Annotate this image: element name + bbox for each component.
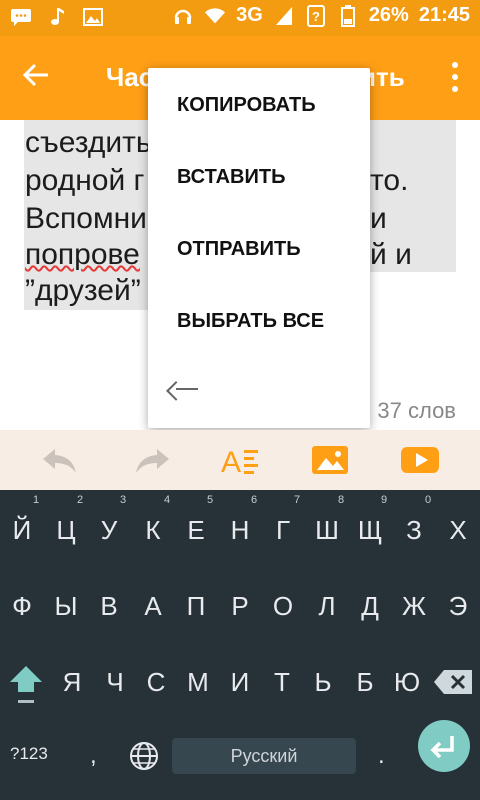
editor-line-2: родной г [25,164,145,197]
soft-keyboard: Й 1 Ц 2 У 3 К 4 Е 5 Н 6 Г 7 Ш 8 Щ 9 З 0 … [0,490,480,800]
key-25[interactable]: С [136,654,176,710]
image-icon [82,6,104,28]
context-menu: КОПИРОВАТЬ ВСТАВИТЬ ОТПРАВИТЬ ВЫБРАТЬ ВС… [148,68,370,428]
key-13[interactable]: Ы [46,578,86,634]
key-3[interactable]: У [89,502,129,558]
key-18[interactable]: О [263,578,303,634]
music-icon [46,6,68,28]
key-24[interactable]: Ч [95,654,135,710]
clock: 21:45 [418,4,470,26]
key-31[interactable]: Ю [387,654,427,710]
key-9[interactable]: Щ [350,502,390,558]
key-6[interactable]: Н [220,502,260,558]
more-vertical-icon[interactable] [450,62,460,92]
network-type: 3G [236,4,263,26]
status-right: 3G ? 26% 21:45 [172,4,470,27]
editor-line-5: ”друзей” [25,274,141,307]
key-8[interactable]: Ш [307,502,347,558]
key-19[interactable]: Л [307,578,347,634]
svg-text:A: A [221,446,241,476]
image-insert-icon[interactable] [308,440,352,480]
key-20[interactable]: Д [350,578,390,634]
editor-line-2-tail: то. [370,164,409,197]
key-14[interactable]: В [89,578,129,634]
undo-icon[interactable] [38,440,82,480]
key-17[interactable]: Р [220,578,260,634]
editor-line-3-tail: и [370,202,387,235]
key-5[interactable]: Е [176,502,216,558]
editor-line-4-tail: й и [370,238,412,271]
key-22[interactable]: Э [438,578,478,634]
shift-icon[interactable] [6,660,46,710]
unknown-icon: ? [305,4,327,27]
signal-icon [273,5,295,27]
redo-icon[interactable] [130,440,174,480]
svg-text:?: ? [312,9,320,24]
editor-line-1: съездить [25,126,152,159]
editor-line-3: Вспомни [25,202,147,235]
format-toolbar: A [0,430,480,490]
key-10[interactable]: З [394,502,434,558]
editor-line-4: попрове [25,238,140,271]
key-16[interactable]: П [176,578,216,634]
key-4[interactable]: К [133,502,173,558]
backspace-icon[interactable] [432,666,474,698]
toolbar-title-start: Час [106,62,154,92]
arrow-back-icon[interactable] [22,58,50,98]
enter-icon[interactable] [418,720,470,772]
arrow-left-icon[interactable] [172,374,202,404]
text-format-icon[interactable]: A [218,440,262,480]
comma-key[interactable]: , [90,742,97,770]
key-26[interactable]: М [178,654,218,710]
key-1[interactable]: Й [2,502,42,558]
key-29[interactable]: Ь [303,654,343,710]
key-30[interactable]: Б [345,654,385,710]
headset-icon [172,5,194,27]
key-11[interactable]: Х [438,502,478,558]
key-2[interactable]: Ц [46,502,86,558]
status-bar: 3G ? 26% 21:45 [0,0,480,36]
symbols-key[interactable]: ?123 [10,744,48,764]
wifi-icon [204,5,226,27]
menu-item-paste[interactable]: ВСТАВИТЬ [177,166,285,189]
menu-item-copy[interactable]: КОПИРОВАТЬ [177,94,316,117]
period-key[interactable]: . [378,742,385,770]
key-21[interactable]: Ж [394,578,434,634]
key-7[interactable]: Г [263,502,303,558]
key-12[interactable]: Ф [2,578,42,634]
video-insert-icon[interactable] [398,440,442,480]
word-count: 37 слов [377,398,456,423]
key-27[interactable]: И [220,654,260,710]
chat-icon [10,6,32,28]
menu-item-share[interactable]: ОТПРАВИТЬ [177,238,301,261]
battery-percent: 26% [368,4,409,26]
battery-icon [337,4,359,27]
key-28[interactable]: Т [262,654,302,710]
globe-icon[interactable] [128,740,160,772]
status-left-icons [10,6,104,28]
space-bar[interactable]: Русский [172,738,356,774]
menu-item-select-all[interactable]: ВЫБРАТЬ ВСЕ [177,310,324,333]
key-15[interactable]: А [133,578,173,634]
key-23[interactable]: Я [52,654,92,710]
